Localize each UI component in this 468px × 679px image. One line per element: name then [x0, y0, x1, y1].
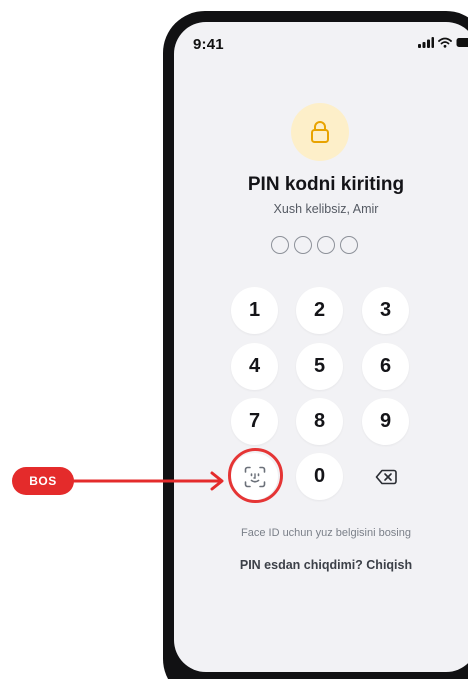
key-1[interactable]: 1: [231, 287, 278, 334]
status-icons: [418, 37, 468, 48]
key-5[interactable]: 5: [296, 343, 343, 390]
forgot-pin-link[interactable]: PIN esdan chiqdimi? Chiqish: [174, 558, 468, 572]
key-6[interactable]: 6: [362, 343, 409, 390]
lock-icon: [311, 121, 329, 143]
pin-dot: [340, 236, 358, 254]
pin-dot: [271, 236, 289, 254]
welcome-subtitle: Xush kelibsiz, Amir: [273, 202, 379, 216]
backspace-button[interactable]: [362, 453, 409, 500]
status-time: 9:41: [193, 36, 224, 53]
face-id-hint: Face ID uchun yuz belgisini bosing: [241, 527, 411, 539]
battery-icon: [456, 38, 468, 47]
annotation-badge: BOS: [12, 467, 74, 495]
page-title: PIN kodni kiriting: [247, 174, 405, 195]
key-4[interactable]: 4: [231, 343, 278, 390]
phone-screen: 9:41 PIN kodni kiriting Xush kelibsiz, A…: [174, 22, 468, 672]
face-id-icon: [244, 466, 265, 487]
key-9[interactable]: 9: [362, 398, 409, 445]
pin-indicator: [271, 236, 358, 254]
wifi-icon: [438, 37, 452, 48]
lock-badge: [291, 103, 349, 161]
pin-dot: [294, 236, 312, 254]
annotation-arrow: [70, 471, 224, 491]
signal-icon: [418, 37, 434, 48]
key-7[interactable]: 7: [231, 398, 278, 445]
status-bar: 9:41: [174, 22, 468, 66]
pin-dot: [317, 236, 335, 254]
key-2[interactable]: 2: [296, 287, 343, 334]
backspace-icon: [375, 469, 397, 484]
key-0[interactable]: 0: [296, 453, 343, 500]
key-3[interactable]: 3: [362, 287, 409, 334]
key-8[interactable]: 8: [296, 398, 343, 445]
